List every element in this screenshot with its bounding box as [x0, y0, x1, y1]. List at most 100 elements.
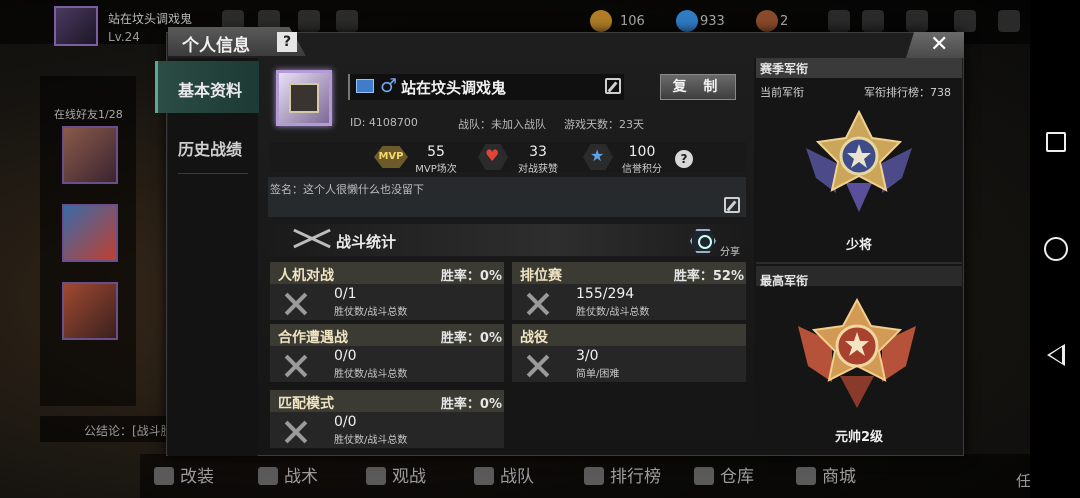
- stat-card-match: 匹配模式 胜率：0% 0/0 胜仗数/战斗总数: [270, 390, 504, 448]
- likes-count: 33: [529, 144, 547, 160]
- nav-tactics[interactable]: 战术: [258, 462, 318, 487]
- stat-card-campaign: 战役 3/0 简单/困难: [512, 324, 746, 382]
- game-screen: 站在坟头调戏鬼 Lv.24 106 933 2 在线好友1/28 公结论：[战斗…: [0, 0, 1080, 498]
- tab-divider: [178, 173, 248, 174]
- current-rank-label: 当前军衔: [760, 86, 804, 99]
- recent-apps-icon[interactable]: [1046, 132, 1066, 152]
- player-level: Lv.24: [108, 30, 140, 44]
- friend-avatar[interactable]: [62, 204, 118, 262]
- card-subtitle: 简单/困难: [576, 369, 620, 380]
- card-subtitle: 胜仗数/战斗总数: [334, 435, 408, 446]
- add-icon[interactable]: [828, 10, 850, 32]
- card-subtitle: 胜仗数/战斗总数: [334, 369, 408, 380]
- friend-avatar[interactable]: [62, 282, 118, 340]
- rank-leaderboard[interactable]: 军衔排行榜：738: [864, 84, 951, 100]
- close-icon[interactable]: ✕: [930, 32, 948, 57]
- tab-history[interactable]: 历史战绩: [178, 136, 242, 160]
- card-title: 排位赛: [520, 268, 562, 284]
- mail-icon[interactable]: [906, 10, 928, 32]
- male-icon: ♂: [380, 75, 398, 97]
- battle-stats-title: 战斗统计: [336, 233, 397, 251]
- card-value: 3/0: [576, 348, 599, 364]
- back-icon[interactable]: [1047, 344, 1065, 366]
- friends-panel: 在线好友1/28: [40, 76, 136, 406]
- major-general-badge-icon: [806, 109, 912, 212]
- online-friends-count: 在线好友1/28: [54, 108, 123, 121]
- crossed-swords-icon: [524, 352, 550, 378]
- likes-label: 对战获赞: [518, 164, 558, 175]
- season-rank-title: 赛季军衔: [760, 62, 809, 76]
- card-subtitle: 胜仗数/战斗总数: [576, 307, 650, 318]
- stat-card-coop: 合作遭遇战 胜率：0% 0/0 胜仗数/战斗总数: [270, 324, 504, 382]
- card-title: 战役: [520, 330, 548, 346]
- friends-icon[interactable]: [862, 10, 884, 32]
- current-rank-name: 少将: [845, 238, 872, 253]
- marshal-badge-icon: [798, 297, 916, 408]
- card-winrate: 胜率：0%: [440, 269, 502, 284]
- card-winrate: 胜率：52%: [673, 269, 744, 284]
- nav-warehouse[interactable]: 仓库: [694, 462, 754, 487]
- card-title: 合作遭遇战: [278, 330, 348, 346]
- copy-button[interactable]: 复 制: [660, 74, 736, 100]
- crossed-swords-icon: [524, 290, 550, 316]
- grid-icon[interactable]: [336, 10, 358, 32]
- nav-leaderboard[interactable]: 排行榜: [584, 462, 661, 487]
- book-icon[interactable]: [998, 10, 1020, 32]
- card-title: 人机对战: [278, 268, 334, 284]
- crossed-swords-icon: [282, 418, 308, 444]
- profile-avatar[interactable]: [276, 70, 332, 126]
- credit-help-icon[interactable]: ?: [675, 150, 693, 168]
- home-button-icon[interactable]: [1044, 237, 1068, 261]
- player-team: 战队：未加入战队: [458, 118, 546, 131]
- android-nav-bar: [1030, 0, 1080, 498]
- stat-card-ranked: 排位赛 胜率：52% 155/294 胜仗数/战斗总数: [512, 262, 746, 320]
- nav-modify[interactable]: 改装: [154, 462, 214, 487]
- nav-spectate[interactable]: 观战: [366, 462, 426, 487]
- help-button[interactable]: ?: [277, 32, 297, 52]
- crossed-guns-icon: [292, 228, 332, 250]
- stat-card-pve: 人机对战 胜率：0% 0/1 胜仗数/战斗总数: [270, 262, 504, 320]
- nav-shop[interactable]: 商城: [796, 462, 856, 487]
- credit-label: 信誉积分: [622, 164, 662, 175]
- profile-name: 站在坟头调戏鬼: [401, 79, 507, 97]
- side-tabs: [168, 58, 258, 456]
- rank-flag-icon: [356, 79, 374, 93]
- bottom-nav: 改装 战术 观战 战队 排行榜 仓库 商城: [140, 454, 1030, 498]
- card-title: 匹配模式: [278, 396, 334, 412]
- rank-divider: [756, 262, 962, 264]
- card-value: 0/0: [334, 348, 357, 364]
- card-winrate: 胜率：0%: [440, 331, 502, 346]
- player-name: 站在坟头调戏鬼: [108, 12, 193, 26]
- crossed-swords-icon: [282, 352, 308, 378]
- gear-icon[interactable]: [954, 10, 976, 32]
- friend-avatar[interactable]: [62, 126, 118, 184]
- card-value: 0/0: [334, 414, 357, 430]
- highest-rank-name: 元帅2级: [834, 430, 884, 445]
- crossed-swords-icon: [282, 290, 308, 316]
- highest-rank-title: 最高军衔: [760, 274, 809, 288]
- ticket-icon: [756, 10, 778, 32]
- gold-icon: [590, 10, 612, 32]
- avatar-image: [289, 83, 319, 113]
- diamond-count: 933: [700, 14, 725, 29]
- card-value: 0/1: [334, 286, 357, 302]
- mvp-count: 55: [427, 144, 445, 160]
- mvp-label: MVP场次: [415, 164, 457, 175]
- play-days: 游戏天数：23天: [564, 118, 644, 131]
- nav-team[interactable]: 战队: [474, 462, 534, 487]
- share-label[interactable]: 分享: [720, 243, 740, 258]
- tab-basic-info-label[interactable]: 基本资料: [178, 77, 242, 101]
- gem-icon[interactable]: [298, 10, 320, 32]
- card-subtitle: 胜仗数/战斗总数: [334, 307, 408, 318]
- edit-signature-icon[interactable]: [724, 197, 740, 213]
- signature-text: 签名：这个人很懒什么也没留下: [270, 183, 424, 196]
- gold-count: 106: [620, 14, 645, 29]
- player-id: ID: 4108700: [350, 116, 418, 129]
- card-value: 155/294: [576, 286, 635, 302]
- dialog-title: 个人信息: [182, 36, 250, 56]
- player-avatar[interactable]: [54, 6, 98, 46]
- ticket-count: 2: [780, 14, 789, 29]
- card-winrate: 胜率：0%: [440, 397, 502, 412]
- edit-name-icon[interactable]: [605, 78, 621, 94]
- credit-count: 100: [628, 144, 656, 160]
